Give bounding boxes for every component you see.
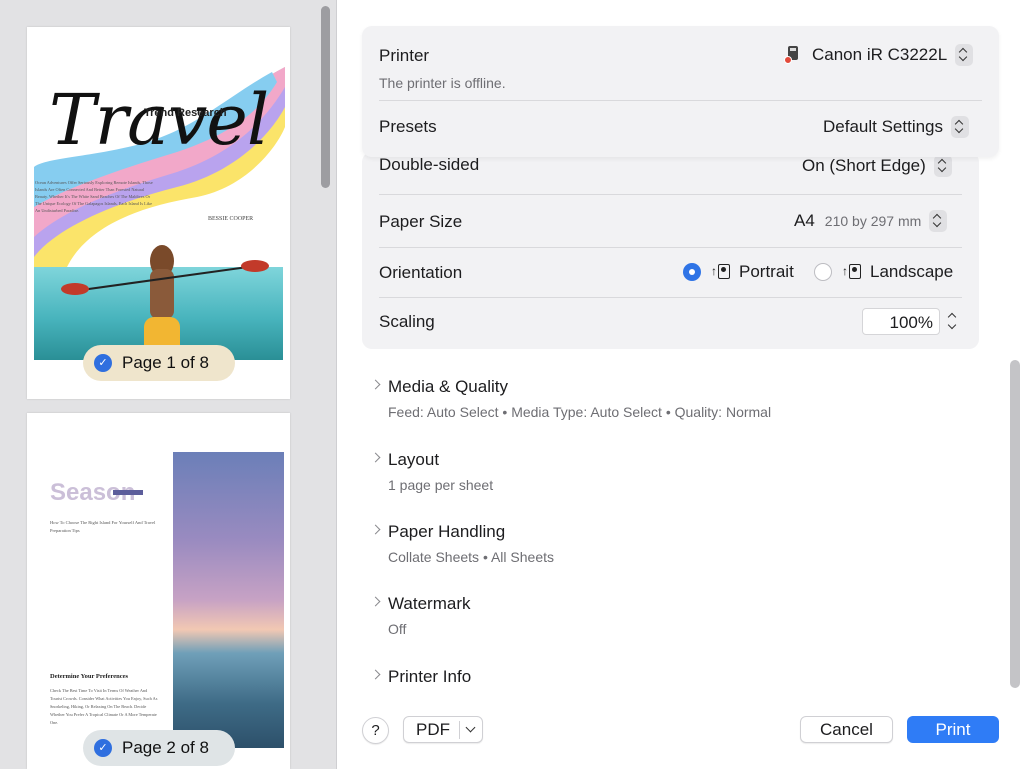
paper-size-label: Paper Size: [379, 212, 463, 231]
scaling-stepper[interactable]: [944, 308, 961, 335]
pdf-label: PDF: [416, 719, 450, 739]
orientation-landscape-option[interactable]: ↑ Landscape: [814, 262, 953, 282]
section-summary: Off: [388, 621, 407, 637]
sunset-sea-photo: [173, 452, 284, 748]
up-down-chevron-icon: [951, 116, 970, 138]
section-title: Watermark: [388, 594, 471, 613]
presets-value: Default Settings: [823, 117, 944, 136]
landscape-orientation-icon: ↑: [842, 263, 862, 281]
divider: [379, 194, 962, 195]
section-title: Layout: [388, 450, 440, 469]
divider: [379, 247, 962, 248]
print-button[interactable]: Print: [907, 716, 999, 743]
double-sided-label: Double-sided: [379, 155, 480, 174]
checkmark-circle-icon: ✓: [94, 354, 112, 372]
paper-size-value: A4: [794, 211, 815, 230]
page-badge-label: Page 2 of 8: [122, 738, 209, 757]
printer-card: Printer Canon iR C3222L The printer is o…: [362, 26, 999, 157]
separator: [459, 721, 460, 739]
page-badge-1[interactable]: ✓ Page 1 of 8: [83, 345, 235, 381]
up-down-chevron-icon: [955, 44, 974, 66]
page-badge-2[interactable]: ✓ Page 2 of 8: [83, 730, 235, 766]
section-summary: Collate Sheets • All Sheets: [388, 549, 554, 565]
paddle-graphic: [61, 260, 269, 295]
paper-size-dimensions: 210 by 297 mm: [824, 213, 922, 229]
cancel-button[interactable]: Cancel: [800, 716, 893, 743]
help-button[interactable]: ?: [362, 717, 389, 744]
pdf-menu-button[interactable]: PDF: [403, 716, 483, 743]
orientation-portrait-option[interactable]: ↑ Portrait: [683, 262, 794, 282]
checkmark-circle-icon: ✓: [94, 739, 112, 757]
settings-scrollbar[interactable]: [1010, 360, 1020, 688]
printer-label: Printer: [379, 46, 430, 65]
landscape-radio[interactable]: [814, 263, 832, 281]
section-title: Printer Info: [388, 667, 472, 686]
divider: [379, 297, 962, 298]
section-title: Paper Handling: [388, 522, 506, 541]
presets-label: Presets: [379, 117, 437, 136]
paper-size-popup[interactable]: A4 210 by 297 mm: [794, 210, 948, 232]
up-down-chevron-icon: [933, 155, 952, 177]
divider: [379, 100, 982, 101]
chevron-down-icon[interactable]: [947, 320, 957, 330]
page2-body: Check The Best Time To Visit In Terms Of…: [50, 688, 158, 725]
scaling-input[interactable]: [862, 308, 940, 335]
page-thumbnail-1[interactable]: Travel Trend Research Ocean Adventures O…: [27, 27, 290, 399]
chevron-down-icon[interactable]: [465, 722, 476, 733]
portrait-label: Portrait: [739, 262, 794, 281]
section-summary: 1 page per sheet: [388, 477, 494, 493]
printer-icon: [784, 45, 801, 65]
landscape-label: Landscape: [870, 262, 954, 281]
double-sided-popup[interactable]: On (Short Edge): [802, 155, 952, 177]
section-title: Media & Quality: [388, 377, 508, 396]
up-down-chevron-icon: [929, 210, 948, 232]
portrait-orientation-icon: ↑: [711, 263, 731, 281]
orientation-label: Orientation: [379, 263, 463, 282]
presets-popup[interactable]: Default Settings: [823, 116, 970, 138]
section-summary: Feed: Auto Select • Media Type: Auto Sel…: [388, 404, 772, 420]
double-sided-value: On (Short Edge): [802, 156, 926, 175]
page2-intro: How To Choose The Right Island For Yours…: [50, 520, 156, 533]
portrait-radio[interactable]: [683, 263, 701, 281]
scaling-label: Scaling: [379, 312, 435, 331]
printer-name: Canon iR C3222L: [812, 45, 948, 64]
page-thumbnail-2[interactable]: Season How To Choose The Right Island Fo…: [27, 413, 290, 769]
printer-popup[interactable]: Canon iR C3222L: [784, 44, 974, 66]
page-preview-pane[interactable]: Travel Trend Research Ocean Adventures O…: [0, 0, 337, 769]
preview-scrollbar[interactable]: [321, 6, 330, 188]
page-badge-label: Page 1 of 8: [122, 353, 209, 372]
page2-heading: Determine Your Preferences: [50, 673, 129, 680]
printer-status: The printer is offline.: [379, 75, 506, 91]
title-strike-graphic: [113, 490, 143, 495]
